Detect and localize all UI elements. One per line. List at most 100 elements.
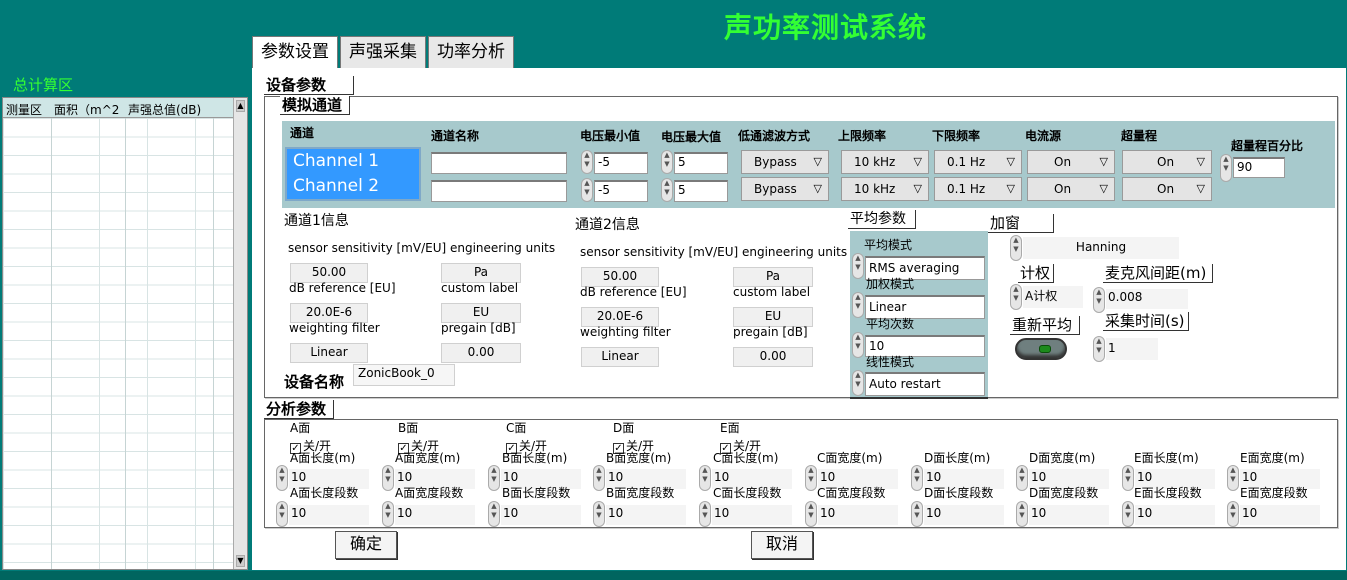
ch2-dbref[interactable]: 20.0E-6 [581, 307, 659, 327]
ch2-wf-label: weighting filter [580, 325, 671, 339]
ch2-wf[interactable]: Linear [581, 347, 659, 367]
ch2-sensitivity[interactable]: 50.00 [581, 267, 659, 287]
param-top-spinner-7[interactable]: ▲ ▼ [1016, 465, 1028, 491]
ch2-vmax-spinner[interactable]: ▲ ▼ [661, 178, 673, 202]
channel-item-2[interactable]: Channel 2 [293, 174, 419, 199]
overrange-pct-input[interactable]: 90 [1233, 157, 1285, 178]
tab-analysis[interactable]: 功率分析 [428, 36, 514, 68]
device-name-field[interactable]: ZonicBook_0 [353, 364, 455, 386]
param-top-spinner-3[interactable]: ▲ ▼ [593, 465, 605, 491]
ch2-name-input[interactable] [431, 180, 567, 202]
ch1-overrange-select[interactable]: On ▽ [1122, 150, 1212, 174]
ch2-overrange-select[interactable]: On ▽ [1122, 177, 1212, 201]
param-bot-field-3[interactable]: 10 [606, 505, 686, 525]
ch1-custom[interactable]: EU [441, 303, 521, 323]
channel-item-1[interactable]: Channel 1 [293, 149, 419, 174]
ch1-current-select[interactable]: On ▽ [1027, 150, 1115, 174]
reaverage-toggle[interactable] [1015, 338, 1067, 360]
acq-time-spinner[interactable]: ▲ ▼ [1093, 336, 1105, 362]
param-bot-field-4[interactable]: 10 [712, 505, 792, 525]
ch1-lpf-select[interactable]: Bypass ▽ [741, 150, 829, 174]
ch2-pregain[interactable]: 0.00 [733, 347, 813, 367]
ch2-vmax-input[interactable]: 5 [674, 180, 728, 202]
param-top-spinner-8[interactable]: ▲ ▼ [1122, 465, 1134, 491]
mic-spacing-field[interactable]: 0.008 [1106, 289, 1188, 309]
param-top-spinner-9[interactable]: ▲ ▼ [1227, 465, 1239, 491]
param-top-spinner-1[interactable]: ▲ ▼ [382, 465, 394, 491]
param-bot-field-9[interactable]: 10 [1240, 505, 1320, 525]
ch1-eu[interactable]: Pa [441, 263, 521, 283]
param-top-spinner-5[interactable]: ▲ ▼ [805, 465, 817, 491]
window-spinner[interactable]: ▲ ▼ [1010, 235, 1022, 261]
param-bot-field-7[interactable]: 10 [1029, 505, 1109, 525]
param-bot-spinner-6[interactable]: ▲ ▼ [911, 501, 923, 527]
ch1-wf[interactable]: Linear [290, 343, 368, 363]
param-bot-spinner-0[interactable]: ▲ ▼ [276, 501, 288, 527]
avg-linear-spinner[interactable]: ▲ ▼ [852, 370, 864, 396]
summary-table[interactable]: 测量区 面积（m^2 声强总值(dB) ▲ ▼ [2, 97, 248, 570]
param-top-spinner-6[interactable]: ▲ ▼ [911, 465, 923, 491]
weighting-field[interactable]: A计权 [1023, 286, 1083, 308]
param-bot-label-0: A面长度段数 [290, 486, 359, 500]
window-field[interactable]: Hanning [1023, 237, 1179, 259]
param-bot-field-6[interactable]: 10 [924, 505, 1004, 525]
hdr-vmax: 电压最大值 [661, 130, 722, 144]
ch2-lower-select[interactable]: 0.1 Hz ▽ [934, 177, 1022, 201]
ch1-vmin-spinner[interactable]: ▲ ▼ [581, 150, 593, 174]
param-bot-spinner-9[interactable]: ▲ ▼ [1227, 501, 1239, 527]
acq-time-field[interactable]: 1 [1106, 338, 1158, 360]
param-top-spinner-2[interactable]: ▲ ▼ [488, 465, 500, 491]
avg-linear-field[interactable]: Auto restart [865, 372, 985, 396]
overrange-pct-spinner[interactable]: ▲ ▼ [1220, 154, 1232, 182]
weighting-spinner[interactable]: ▲ ▼ [1010, 284, 1022, 310]
ch2-current-select[interactable]: On ▽ [1027, 177, 1115, 201]
summary-table-scrollbar[interactable]: ▲ ▼ [233, 98, 247, 569]
ch2-eu[interactable]: Pa [733, 267, 813, 287]
param-bot-field-0[interactable]: 10 [289, 505, 369, 525]
ch1-vmin-input[interactable]: -5 [594, 152, 648, 174]
face-label-3: D面 [613, 421, 635, 435]
scroll-down-icon[interactable]: ▼ [236, 555, 245, 567]
avg-count-label: 平均次数 [866, 317, 915, 331]
param-bot-spinner-8[interactable]: ▲ ▼ [1122, 501, 1134, 527]
tab-acquisition[interactable]: 声强采集 [340, 36, 426, 68]
ch1-vmax-spinner[interactable]: ▲ ▼ [661, 150, 673, 174]
param-top-label-3: B面宽度(m) [606, 451, 672, 465]
channel-list[interactable]: Channel 1 Channel 2 [285, 147, 421, 201]
param-bot-field-1[interactable]: 10 [395, 505, 475, 525]
left-panel-title: 总计算区 [13, 76, 74, 94]
param-bot-spinner-1[interactable]: ▲ ▼ [382, 501, 394, 527]
ch1-lower-select[interactable]: 0.1 Hz ▽ [934, 150, 1022, 174]
param-bot-spinner-5[interactable]: ▲ ▼ [805, 501, 817, 527]
mic-spacing-spinner[interactable]: ▲ ▼ [1093, 287, 1105, 313]
param-bot-field-5[interactable]: 10 [818, 505, 898, 525]
param-bot-field-2[interactable]: 10 [501, 505, 581, 525]
ch1-vmax-input[interactable]: 5 [674, 152, 728, 174]
ok-button[interactable]: 确定 [335, 531, 397, 559]
avg-weight-spinner[interactable]: ▲ ▼ [852, 292, 864, 318]
ch1-pregain[interactable]: 0.00 [441, 343, 521, 363]
cancel-button[interactable]: 取消 [751, 531, 813, 559]
param-bot-spinner-4[interactable]: ▲ ▼ [699, 501, 711, 527]
param-bot-spinner-7[interactable]: ▲ ▼ [1016, 501, 1028, 527]
ch1-dbref[interactable]: 20.0E-6 [290, 303, 368, 323]
ch2-upper-select[interactable]: 10 kHz ▽ [841, 177, 929, 201]
avg-mode-spinner[interactable]: ▲ ▼ [852, 253, 864, 279]
window-label: 加窗 [988, 214, 1054, 233]
avg-count-spinner[interactable]: ▲ ▼ [852, 332, 864, 358]
ch2-lpf-select[interactable]: Bypass ▽ [741, 177, 829, 201]
param-bot-field-8[interactable]: 10 [1135, 505, 1215, 525]
param-top-spinner-0[interactable]: ▲ ▼ [276, 465, 288, 491]
param-top-spinner-4[interactable]: ▲ ▼ [699, 465, 711, 491]
ch1-upper-value: 10 kHz [854, 155, 896, 169]
param-bot-spinner-3[interactable]: ▲ ▼ [593, 501, 605, 527]
ch2-custom[interactable]: EU [733, 307, 813, 327]
scroll-up-icon[interactable]: ▲ [236, 100, 245, 112]
ch1-sensitivity[interactable]: 50.00 [290, 263, 368, 283]
param-bot-spinner-2[interactable]: ▲ ▼ [488, 501, 500, 527]
ch1-upper-select[interactable]: 10 kHz ▽ [841, 150, 929, 174]
ch1-name-input[interactable] [431, 152, 567, 174]
tab-params[interactable]: 参数设置 [252, 36, 338, 69]
ch2-vmin-spinner[interactable]: ▲ ▼ [581, 178, 593, 202]
ch2-vmin-input[interactable]: -5 [594, 180, 648, 202]
